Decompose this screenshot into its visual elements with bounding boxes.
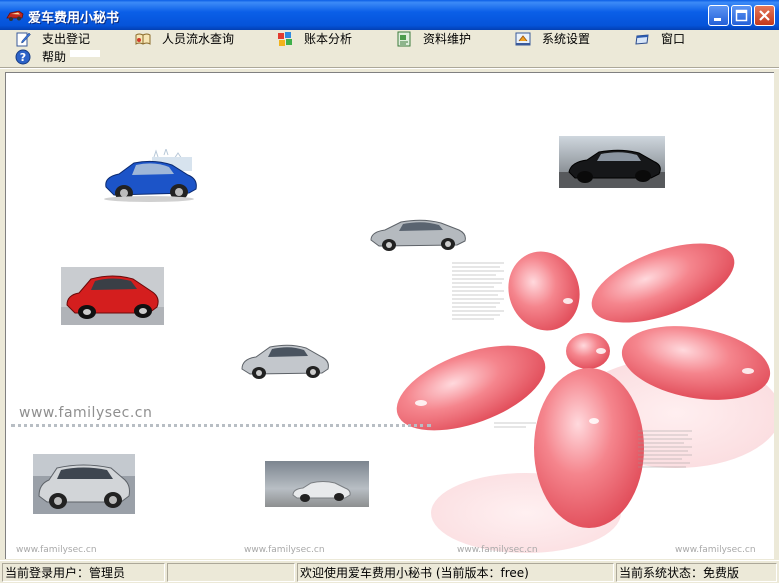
car-image-suv [33,454,135,514]
flower-decoration [396,243,774,553]
status-empty-panel [167,563,295,582]
close-icon [759,10,770,21]
help-icon: ? [15,49,31,65]
status-current-user: 当前登录用户：管理员 [2,563,165,582]
footer-watermark: www.familysec.cn [675,545,756,555]
footer-watermark: www.familysec.cn [16,545,97,555]
footer-watermark: www.familysec.cn [244,545,325,555]
car-image-black-sedan [559,136,665,188]
car-image-red [61,267,164,325]
svg-text:?: ? [20,51,26,64]
brand-watermark: www.familysec.cn [19,405,153,421]
status-bar: 当前登录用户：管理员 欢迎使用爱车费用小秘书 (当前版本：free) 当前系统状… [0,560,779,583]
colored-blocks-icon [278,32,292,46]
maximize-icon [735,9,748,22]
footer-watermark: www.familysec.cn [457,545,538,555]
car-image-white-sedan [265,461,369,507]
car-image-silver-hatch [236,339,332,383]
car-app-icon [6,10,24,21]
close-button[interactable] [754,5,775,26]
settings-icon [515,32,531,46]
window-title: 爱车费用小秘书 [28,11,120,26]
mdi-client-area: www.familysec.cn www.familysec.cn www.fa… [5,72,774,559]
book-icon [135,33,151,45]
menu-separator [0,67,779,69]
status-welcome: 欢迎使用爱车费用小秘书 (当前版本：free) [297,563,614,582]
status-system-state: 当前系统状态：免费版 [616,563,777,582]
dotted-divider [11,424,431,427]
window-icon [635,34,649,45]
notepad-pencil-icon [16,32,31,47]
maximize-button[interactable] [731,5,752,26]
title-bar[interactable]: 爱车费用小秘书 [0,0,779,30]
menu-bar: 支出登记 人员流水查询 账本分析 资料维护 系统设置 窗口 ? 帮助 [0,30,779,68]
document-icon [397,31,411,47]
car-image-blue [94,149,204,204]
main-window: 爱车费用小秘书 支出登记 人员流水查询 账本分析 资料维护 系统设置 窗口 ? … [0,0,779,583]
menu-row-highlight [70,50,100,57]
car-image-silver-sedan [365,214,469,252]
minimize-button[interactable] [708,5,729,26]
minimize-icon [714,18,721,21]
